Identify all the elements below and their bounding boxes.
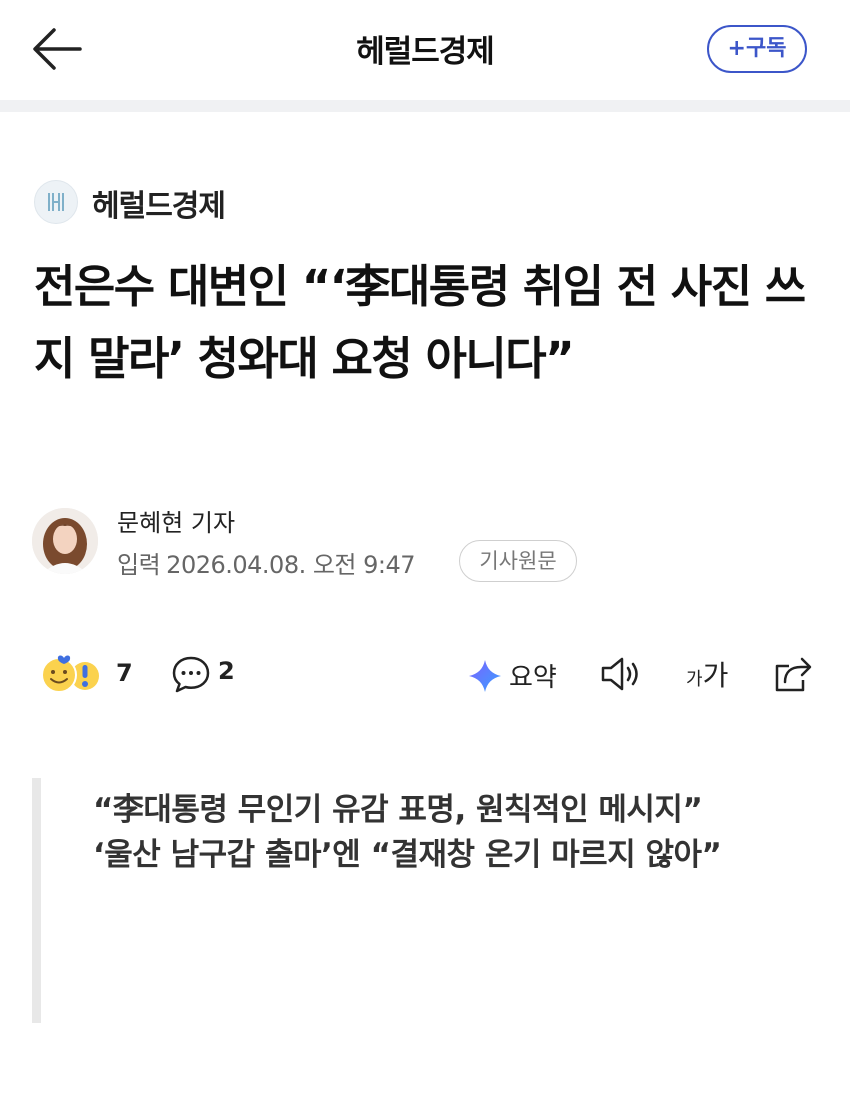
summary-label: 요약 [509, 663, 557, 693]
press-logo-icon [34, 180, 78, 224]
divider-band [0, 100, 850, 112]
article-summary: “李대통령 무인기 유감 표명, 원칙적인 메시지” ‘울산 남구갑 출마’엔 … [32, 778, 821, 1023]
input-label: 입력 [117, 551, 161, 579]
comment-count: 2 [218, 657, 235, 685]
publish-datetime: 2026.04.08. 오전 9:47 [166, 551, 416, 579]
font-size-small-label: 가 [686, 669, 703, 690]
font-size-large-label: 가 [702, 659, 729, 692]
original-article-button[interactable]: 기사원문 [459, 540, 577, 582]
comment-button[interactable] [171, 654, 211, 698]
summary-lines: “李대통령 무인기 유감 표명, 원칙적인 메시지” ‘울산 남구갑 출마’엔 … [93, 788, 773, 878]
reaction-button[interactable] [38, 654, 108, 696]
reaction-emoji-icon [41, 655, 99, 693]
summary-line: ‘울산 남구갑 출마’엔 “결재창 온기 마르지 않아” [93, 837, 722, 873]
share-icon [775, 657, 812, 692]
article-headline: 전은수 대변인 “‘李대통령 취임 전 사진 쓰지 말라’ 청와대 요청 아니다… [34, 260, 806, 385]
font-size-button[interactable]: 가가 [686, 654, 728, 694]
press-name: 헤럴드경제 [92, 189, 226, 224]
speaker-icon [601, 657, 638, 691]
reporter-name[interactable]: 문혜현 기자 [117, 503, 235, 538]
audio-button[interactable] [600, 656, 644, 696]
top-bar: 헤럴드경제 +구독 [0, 0, 850, 100]
subscribe-button[interactable]: +구독 [707, 25, 807, 73]
reporter-avatar[interactable] [32, 508, 98, 574]
ai-summary-icon [469, 660, 501, 692]
reaction-count: 7 [116, 659, 133, 687]
publish-info: 입력 2026.04.08. 오전 9:47 [117, 545, 416, 580]
action-bar: 7 2 요약 가가 [0, 640, 850, 710]
summary-line: “李대통령 무인기 유감 표명, 원칙적인 메시지” [93, 792, 703, 828]
comment-icon [172, 656, 210, 693]
share-button[interactable] [773, 654, 813, 698]
